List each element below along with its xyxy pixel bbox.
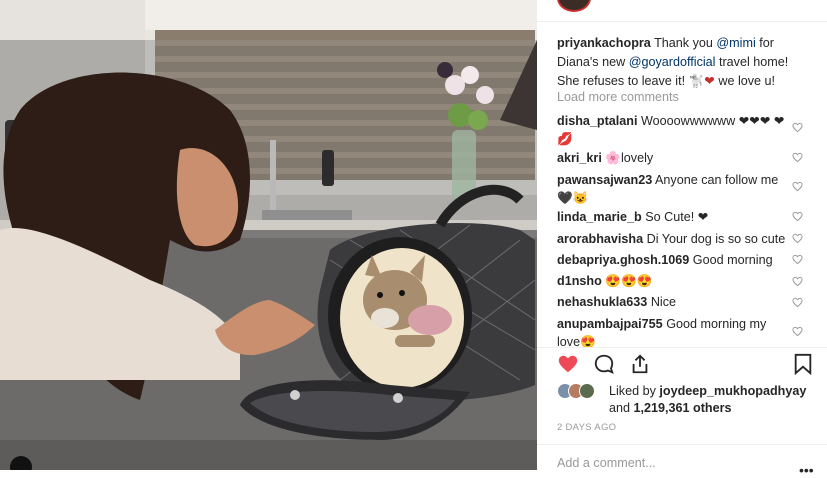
comment-text: 🌸lovely — [605, 151, 654, 165]
post-caption: priyankachopra Thank you @mimi for Diana… — [557, 34, 807, 91]
liked-by-middle: and — [609, 401, 634, 415]
add-comment-input[interactable]: Add a comment... — [557, 456, 656, 470]
photo-illustration — [0, 0, 537, 470]
caption-text-end: we love u! — [714, 74, 776, 88]
more-options-icon[interactable]: ••• — [799, 462, 814, 478]
liked-by-row: Liked by joydeep_mukhopadhyay and 1,219,… — [557, 383, 817, 423]
heart-outline-icon[interactable] — [792, 122, 803, 133]
comment-item: anupambajpai755 Good morning my love😍 — [557, 315, 787, 351]
mention-goyardofficial[interactable]: @goyardofficial — [629, 55, 716, 69]
comment-item: akri_kri 🌸lovely — [557, 149, 787, 167]
comment-username[interactable]: akri_kri — [557, 151, 602, 165]
comment-text: Di Your dog is so so cute — [646, 232, 786, 246]
post-side-panel: priyankachopra Thank you @mimi for Diana… — [537, 0, 827, 478]
load-more-comments-link[interactable]: Load more comments — [557, 90, 679, 104]
comment-username[interactable]: arorabhavisha — [557, 232, 643, 246]
caption-text-1: Thank you — [654, 36, 717, 50]
liked-by-user[interactable]: joydeep_mukhopadhyay — [659, 384, 806, 398]
comment-username[interactable]: debapriya.ghosh.1069 — [557, 253, 689, 267]
heart-outline-icon[interactable] — [792, 254, 803, 265]
comment-text: 😍😍😍 — [605, 274, 653, 288]
header-divider — [537, 21, 827, 22]
actions-divider — [537, 347, 827, 348]
comment-item: debapriya.ghosh.1069 Good morning — [557, 251, 787, 269]
comment-text: So Cute! ❤ — [645, 210, 709, 224]
comment-username[interactable]: disha_ptalani — [557, 114, 637, 128]
heart-outline-icon[interactable] — [792, 326, 803, 337]
mention-mimi[interactable]: @mimi — [716, 36, 755, 50]
caption-emoji: 🐩 — [688, 74, 705, 88]
post-photo[interactable] — [0, 0, 537, 470]
comment-item: linda_marie_b So Cute! ❤ — [557, 208, 787, 226]
share-icon[interactable] — [629, 353, 651, 375]
comment-username[interactable]: d1nsho — [557, 274, 602, 288]
action-bar — [537, 350, 827, 380]
comment-username[interactable]: pawansajwan23 — [557, 173, 652, 187]
comment-text: Good morning — [692, 253, 773, 267]
liker-avatar[interactable] — [579, 383, 595, 399]
heart-outline-icon[interactable] — [792, 276, 803, 287]
comment-item: d1nsho 😍😍😍 — [557, 272, 787, 290]
heart-outline-icon[interactable] — [792, 152, 803, 163]
bookmark-icon[interactable] — [793, 353, 813, 375]
comment-username[interactable]: anupambajpai755 — [557, 317, 663, 331]
comment-text: Nice — [650, 295, 677, 309]
liked-by-text: Liked by joydeep_mukhopadhyay and 1,219,… — [609, 383, 806, 417]
comment-item: pawansajwan23 Anyone can follow me 🖤😺 — [557, 171, 787, 207]
comment-username[interactable]: linda_marie_b — [557, 210, 642, 224]
heart-outline-icon[interactable] — [792, 297, 803, 308]
liked-by-prefix: Liked by — [609, 384, 660, 398]
heart-filled-icon[interactable] — [557, 353, 579, 375]
comment-item: arorabhavisha Di Your dog is so so cute — [557, 230, 787, 248]
comment-divider — [537, 444, 827, 445]
author-avatar[interactable] — [557, 0, 591, 12]
caption-heart: ❤ — [704, 74, 715, 88]
comment-username[interactable]: nehashukla633 — [557, 295, 647, 309]
speech-bubble-icon[interactable] — [593, 353, 615, 375]
heart-outline-icon[interactable] — [792, 181, 803, 192]
heart-outline-icon[interactable] — [792, 211, 803, 222]
caption-author[interactable]: priyankachopra — [557, 36, 651, 50]
comment-item: nehashukla633 Nice — [557, 293, 787, 311]
likes-count[interactable]: 1,219,361 others — [634, 401, 732, 415]
heart-outline-icon[interactable] — [792, 233, 803, 244]
post-timestamp[interactable]: 2 DAYS AGO — [557, 422, 616, 433]
comment-item: disha_ptalani Woooowwwwww ❤❤❤ ❤💋 — [557, 112, 787, 148]
